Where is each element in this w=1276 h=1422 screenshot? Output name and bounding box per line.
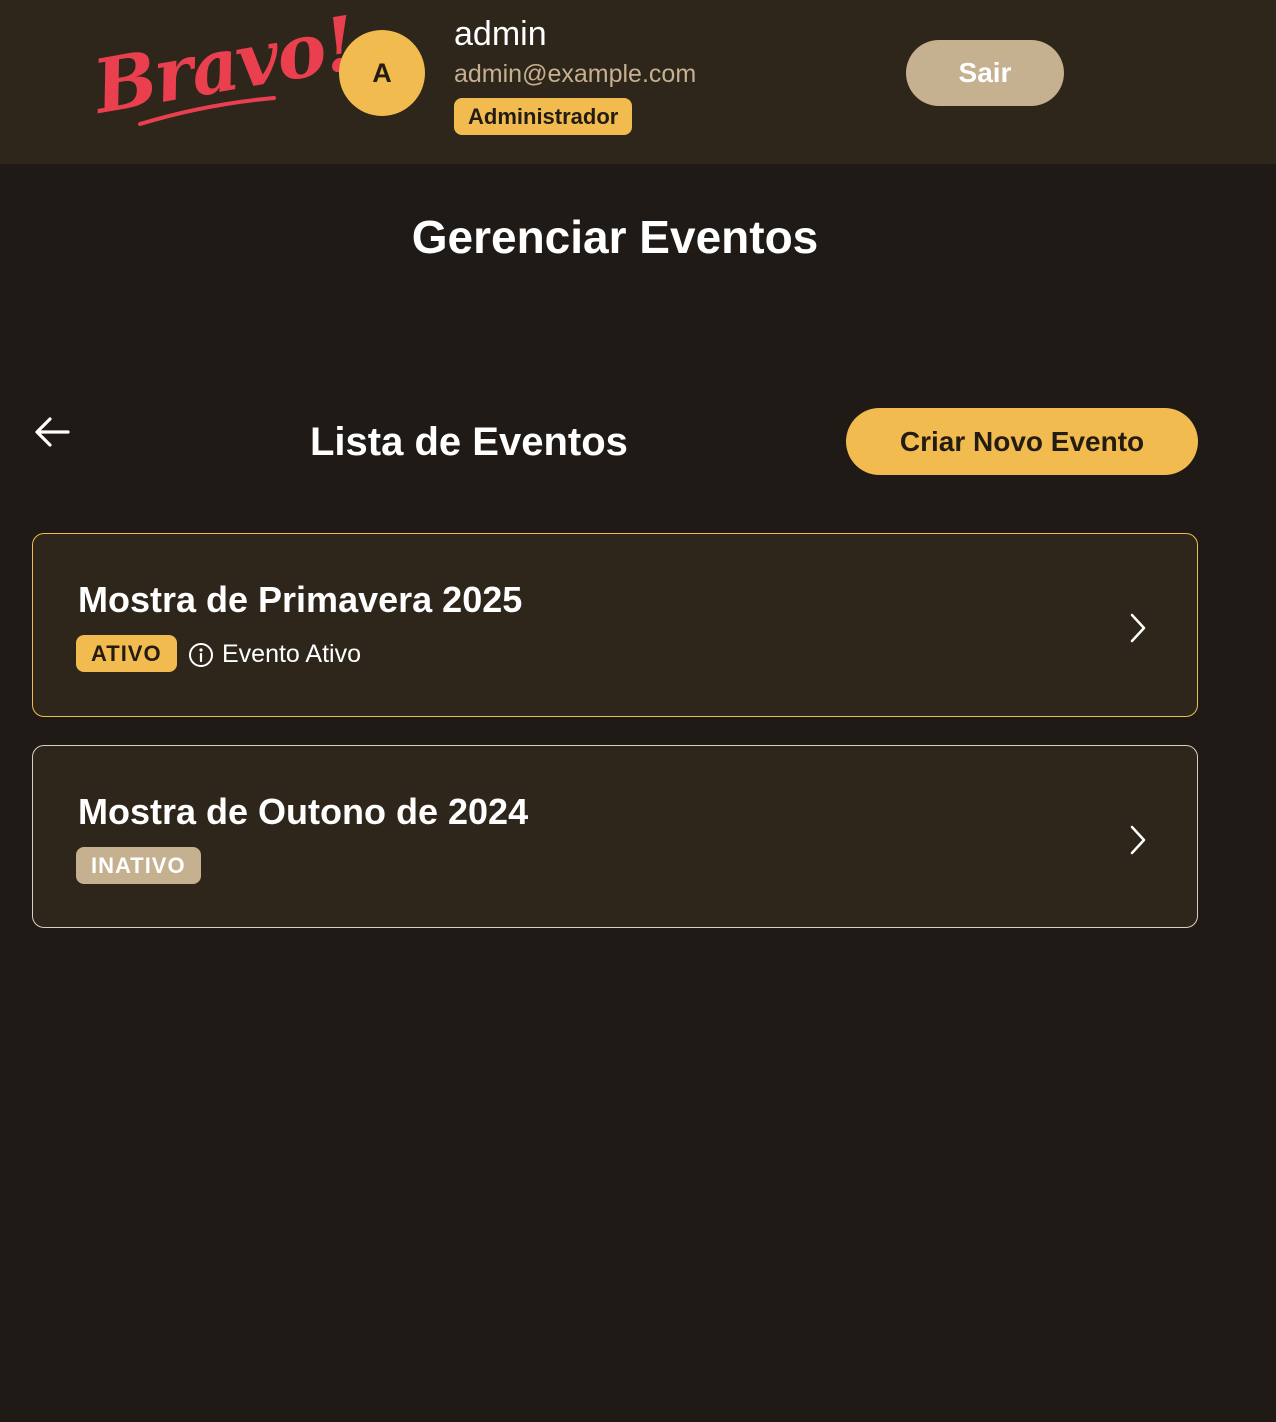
event-card[interactable]: Mostra de Primavera 2025 ATIVO Evento At… [32, 533, 1198, 717]
user-name: admin [454, 15, 547, 53]
user-email: admin@example.com [454, 60, 697, 88]
role-badge: Administrador [454, 98, 633, 135]
page-title: Gerenciar Eventos [411, 211, 819, 263]
chevron-right-icon [1130, 825, 1146, 855]
avatar[interactable]: A [339, 30, 425, 116]
create-event-button[interactable]: Criar Novo Evento [846, 408, 1198, 475]
section-title: Lista de Eventos [310, 420, 628, 464]
back-button[interactable] [34, 414, 72, 450]
avatar-initial: A [372, 57, 392, 88]
app-header: Bravo! A admin admin@example.com Adminis… [0, 0, 1276, 164]
status-badge: INATIVO [76, 847, 201, 884]
bravo-logo[interactable]: Bravo! [88, 1, 361, 134]
chevron-right-icon [1130, 613, 1146, 643]
info-circle-icon [189, 643, 213, 667]
logout-button[interactable]: Sair [906, 40, 1064, 106]
event-card[interactable]: Mostra de Outono de 2024 INATIVO [32, 745, 1198, 928]
status-badge: ATIVO [76, 635, 177, 672]
event-title: Mostra de Outono de 2024 [78, 791, 529, 832]
logo-underline [138, 96, 276, 126]
event-status-info: Evento Ativo [222, 640, 361, 668]
arrow-left-icon [35, 417, 70, 447]
create-event-label: Criar Novo Evento [899, 425, 1145, 457]
logout-label: Sair [958, 57, 1012, 88]
event-title: Mostra de Primavera 2025 [78, 579, 523, 620]
